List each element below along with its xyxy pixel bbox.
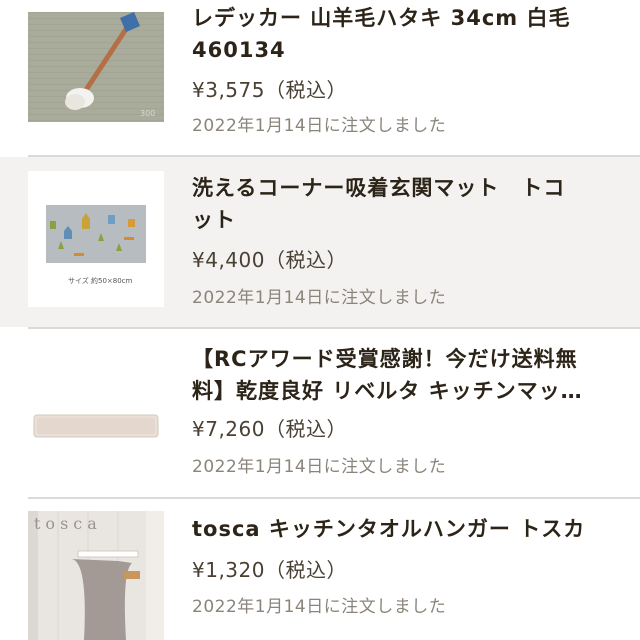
product-title-cont[interactable]: 460134 (192, 34, 622, 66)
product-price: ¥3,575（税込） (192, 78, 347, 102)
order-item[interactable]: サイズ 約50×80cm 洗えるコーナー吸着玄関マット トコ ット ¥4,400… (0, 157, 640, 327)
order-item[interactable]: tosca tosca キッチンタオルハンガー トスカ ¥1,320（税込） 2… (0, 499, 640, 640)
product-price: ¥7,260（税込） (192, 417, 347, 441)
product-thumbnail-doormat[interactable]: サイズ 約50×80cm (28, 171, 164, 307)
product-price: ¥4,400（税込） (192, 248, 347, 272)
product-title[interactable]: 洗えるコーナー吸着玄関マット トコ (192, 172, 622, 204)
kitchen-mat-image (28, 345, 164, 481)
svg-text:300: 300 (140, 109, 155, 118)
svg-text:tosca: tosca (34, 514, 102, 533)
product-thumbnail-towel-hanger[interactable]: tosca (28, 511, 164, 640)
order-date: 2022年1月14日に注文しました (192, 288, 447, 308)
product-title[interactable]: 【RCアワード受賞感謝！今だけ送料無 (192, 343, 622, 375)
order-item[interactable]: 【RCアワード受賞感謝！今だけ送料無 料】乾度良好 リベルタ キッチンマッ… ¥… (0, 329, 640, 497)
towel-hanger-image: tosca (28, 511, 164, 640)
product-price: ¥1,320（税込） (192, 558, 347, 582)
product-thumbnail-duster[interactable]: 300 (28, 12, 164, 122)
product-title[interactable]: tosca キッチンタオルハンガー トスカ (192, 513, 622, 545)
product-thumbnail-kitchen-mat[interactable] (28, 345, 164, 481)
doormat-image: サイズ 約50×80cm (28, 171, 164, 307)
duster-image: 300 (28, 12, 164, 122)
order-date: 2022年1月14日に注文しました (192, 116, 447, 136)
order-history-list: 300 レデッカー 山羊毛ハタキ 34cm 白毛 460134 ¥3,575（税… (0, 0, 640, 640)
product-title-cont[interactable]: ット (192, 204, 622, 236)
order-date: 2022年1月14日に注文しました (192, 457, 447, 477)
order-date: 2022年1月14日に注文しました (192, 597, 447, 617)
order-item[interactable]: 300 レデッカー 山羊毛ハタキ 34cm 白毛 460134 ¥3,575（税… (0, 0, 640, 155)
product-title[interactable]: レデッカー 山羊毛ハタキ 34cm 白毛 (192, 2, 622, 34)
svg-text:サイズ 約50×80cm: サイズ 約50×80cm (68, 276, 133, 285)
product-title-cont[interactable]: 料】乾度良好 リベルタ キッチンマッ… (192, 375, 622, 407)
